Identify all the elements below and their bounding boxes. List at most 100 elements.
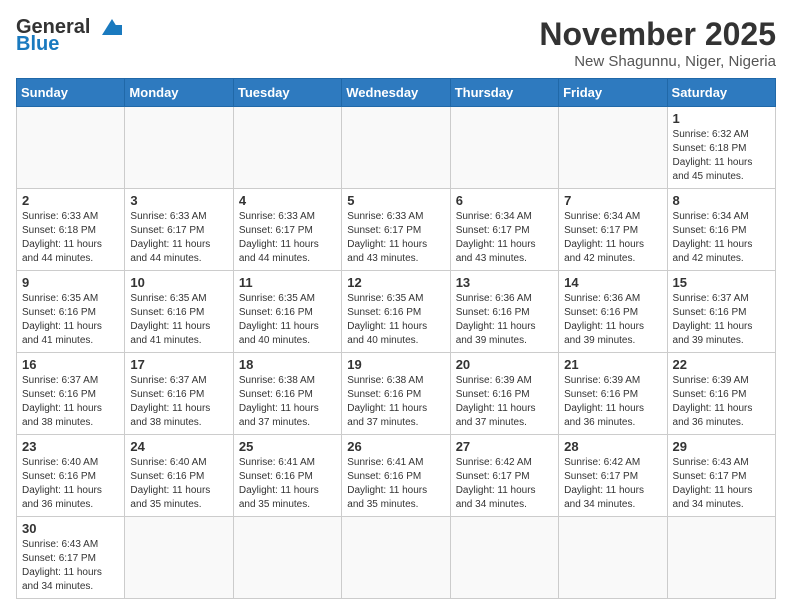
day-number: 5 [347, 193, 444, 208]
header-monday: Monday [125, 79, 233, 107]
day-info: Sunrise: 6:34 AM Sunset: 6:17 PM Dayligh… [456, 210, 553, 266]
calendar-cell [233, 107, 341, 189]
calendar-week-row: 2 Sunrise: 6:33 AM Sunset: 6:18 PM Daylig… [17, 189, 776, 271]
day-number: 12 [347, 275, 444, 290]
day-number: 29 [673, 439, 770, 454]
day-info: Sunrise: 6:38 AM Sunset: 6:16 PM Dayligh… [347, 374, 444, 430]
header-saturday: Saturday [667, 79, 775, 107]
logo: General Blue [16, 16, 130, 56]
calendar-cell: 13 Sunrise: 6:36 AM Sunset: 6:16 PM Dayli… [450, 271, 558, 353]
calendar-cell: 22Sunrise: 6:39 AM Sunset: 6:16 PM Dayli… [667, 353, 775, 435]
header-tuesday: Tuesday [233, 79, 341, 107]
calendar-cell: 16Sunrise: 6:37 AM Sunset: 6:16 PM Dayli… [17, 353, 125, 435]
calendar-cell: 10 Sunrise: 6:35 AM Sunset: 6:16 PM Dayli… [125, 271, 233, 353]
day-info: Sunrise: 6:41 AM Sunset: 6:16 PM Dayligh… [347, 456, 444, 512]
header-wednesday: Wednesday [342, 79, 450, 107]
day-info: Sunrise: 6:38 AM Sunset: 6:16 PM Dayligh… [239, 374, 336, 430]
calendar-cell [559, 107, 667, 189]
calendar-cell: 2 Sunrise: 6:33 AM Sunset: 6:18 PM Daylig… [17, 189, 125, 271]
calendar-cell [559, 517, 667, 599]
calendar-cell [450, 517, 558, 599]
logo-text-blue: Blue [16, 33, 59, 56]
calendar-cell: 4 Sunrise: 6:33 AM Sunset: 6:17 PM Daylig… [233, 189, 341, 271]
day-number: 14 [564, 275, 661, 290]
day-number: 30 [22, 521, 119, 536]
calendar-cell: 18 Sunrise: 6:38 AM Sunset: 6:16 PM Dayli… [233, 353, 341, 435]
calendar-cell: 25 Sunrise: 6:41 AM Sunset: 6:16 PM Dayli… [233, 435, 341, 517]
day-number: 2 [22, 193, 119, 208]
day-number: 20 [456, 357, 553, 372]
calendar-cell: 19 Sunrise: 6:38 AM Sunset: 6:16 PM Dayli… [342, 353, 450, 435]
day-info: Sunrise: 6:33 AM Sunset: 6:17 PM Dayligh… [239, 210, 336, 266]
calendar-cell: 3 Sunrise: 6:33 AM Sunset: 6:17 PM Daylig… [125, 189, 233, 271]
day-info: Sunrise: 6:37 AM Sunset: 6:16 PM Dayligh… [673, 292, 770, 348]
day-number: 6 [456, 193, 553, 208]
day-info: Sunrise: 6:33 AM Sunset: 6:18 PM Dayligh… [22, 210, 119, 266]
day-info: Sunrise: 6:36 AM Sunset: 6:16 PM Dayligh… [564, 292, 661, 348]
calendar-cell: 27Sunrise: 6:42 AM Sunset: 6:17 PM Dayli… [450, 435, 558, 517]
month-year-title: November 2025 [539, 16, 776, 53]
day-number: 11 [239, 275, 336, 290]
calendar-cell: 29 Sunrise: 6:43 AM Sunset: 6:17 PM Dayli… [667, 435, 775, 517]
day-number: 7 [564, 193, 661, 208]
day-info: Sunrise: 6:35 AM Sunset: 6:16 PM Dayligh… [130, 292, 227, 348]
day-number: 19 [347, 357, 444, 372]
calendar-cell: 20 Sunrise: 6:39 AM Sunset: 6:16 PM Dayli… [450, 353, 558, 435]
day-number: 1 [673, 111, 770, 126]
day-number: 28 [564, 439, 661, 454]
day-number: 10 [130, 275, 227, 290]
calendar-cell: 23 Sunrise: 6:40 AM Sunset: 6:16 PM Dayli… [17, 435, 125, 517]
calendar-cell: 1 Sunrise: 6:32 AM Sunset: 6:18 PM Daylig… [667, 107, 775, 189]
day-number: 8 [673, 193, 770, 208]
day-info: Sunrise: 6:34 AM Sunset: 6:17 PM Dayligh… [564, 210, 661, 266]
day-number: 4 [239, 193, 336, 208]
day-info: Sunrise: 6:36 AM Sunset: 6:16 PM Dayligh… [456, 292, 553, 348]
day-number: 18 [239, 357, 336, 372]
calendar-cell [125, 517, 233, 599]
calendar-cell: 12 Sunrise: 6:35 AM Sunset: 6:16 PM Dayli… [342, 271, 450, 353]
calendar-cell: 11 Sunrise: 6:35 AM Sunset: 6:16 PM Dayli… [233, 271, 341, 353]
day-number: 13 [456, 275, 553, 290]
logo-icon [94, 17, 130, 39]
calendar-week-row: 16Sunrise: 6:37 AM Sunset: 6:16 PM Dayli… [17, 353, 776, 435]
calendar-cell: 7 Sunrise: 6:34 AM Sunset: 6:17 PM Daylig… [559, 189, 667, 271]
calendar-cell: 24Sunrise: 6:40 AM Sunset: 6:16 PM Dayli… [125, 435, 233, 517]
day-info: Sunrise: 6:43 AM Sunset: 6:17 PM Dayligh… [673, 456, 770, 512]
day-info: Sunrise: 6:33 AM Sunset: 6:17 PM Dayligh… [130, 210, 227, 266]
day-number: 25 [239, 439, 336, 454]
calendar-cell: 21Sunrise: 6:39 AM Sunset: 6:16 PM Dayli… [559, 353, 667, 435]
day-info: Sunrise: 6:43 AM Sunset: 6:17 PM Dayligh… [22, 538, 119, 594]
calendar-week-row: 1 Sunrise: 6:32 AM Sunset: 6:18 PM Daylig… [17, 107, 776, 189]
day-info: Sunrise: 6:39 AM Sunset: 6:16 PM Dayligh… [456, 374, 553, 430]
calendar-cell: 6 Sunrise: 6:34 AM Sunset: 6:17 PM Daylig… [450, 189, 558, 271]
calendar-cell: 26 Sunrise: 6:41 AM Sunset: 6:16 PM Dayli… [342, 435, 450, 517]
calendar-week-row: 9Sunrise: 6:35 AM Sunset: 6:16 PM Daylig… [17, 271, 776, 353]
day-info: Sunrise: 6:40 AM Sunset: 6:16 PM Dayligh… [22, 456, 119, 512]
calendar-table: Sunday Monday Tuesday Wednesday Thursday… [16, 78, 776, 599]
calendar-cell [233, 517, 341, 599]
title-area: November 2025 New Shagunnu, Niger, Niger… [539, 16, 776, 70]
calendar-cell: 14 Sunrise: 6:36 AM Sunset: 6:16 PM Dayli… [559, 271, 667, 353]
location-subtitle: New Shagunnu, Niger, Nigeria [539, 53, 776, 70]
calendar-cell: 28 Sunrise: 6:42 AM Sunset: 6:17 PM Dayli… [559, 435, 667, 517]
header-thursday: Thursday [450, 79, 558, 107]
day-info: Sunrise: 6:42 AM Sunset: 6:17 PM Dayligh… [456, 456, 553, 512]
calendar-week-row: 23 Sunrise: 6:40 AM Sunset: 6:16 PM Dayli… [17, 435, 776, 517]
day-number: 26 [347, 439, 444, 454]
day-number: 15 [673, 275, 770, 290]
calendar-week-row: 30 Sunrise: 6:43 AM Sunset: 6:17 PM Dayli… [17, 517, 776, 599]
day-number: 3 [130, 193, 227, 208]
day-number: 22 [673, 357, 770, 372]
day-info: Sunrise: 6:35 AM Sunset: 6:16 PM Dayligh… [239, 292, 336, 348]
calendar-cell: 8Sunrise: 6:34 AM Sunset: 6:16 PM Daylig… [667, 189, 775, 271]
day-number: 16 [22, 357, 119, 372]
day-number: 24 [130, 439, 227, 454]
day-info: Sunrise: 6:33 AM Sunset: 6:17 PM Dayligh… [347, 210, 444, 266]
page-header: General Blue November 2025 New Shagunnu,… [16, 16, 776, 70]
day-info: Sunrise: 6:42 AM Sunset: 6:17 PM Dayligh… [564, 456, 661, 512]
day-info: Sunrise: 6:32 AM Sunset: 6:18 PM Dayligh… [673, 128, 770, 184]
day-number: 23 [22, 439, 119, 454]
day-info: Sunrise: 6:41 AM Sunset: 6:16 PM Dayligh… [239, 456, 336, 512]
calendar-header-row: Sunday Monday Tuesday Wednesday Thursday… [17, 79, 776, 107]
day-info: Sunrise: 6:35 AM Sunset: 6:16 PM Dayligh… [347, 292, 444, 348]
